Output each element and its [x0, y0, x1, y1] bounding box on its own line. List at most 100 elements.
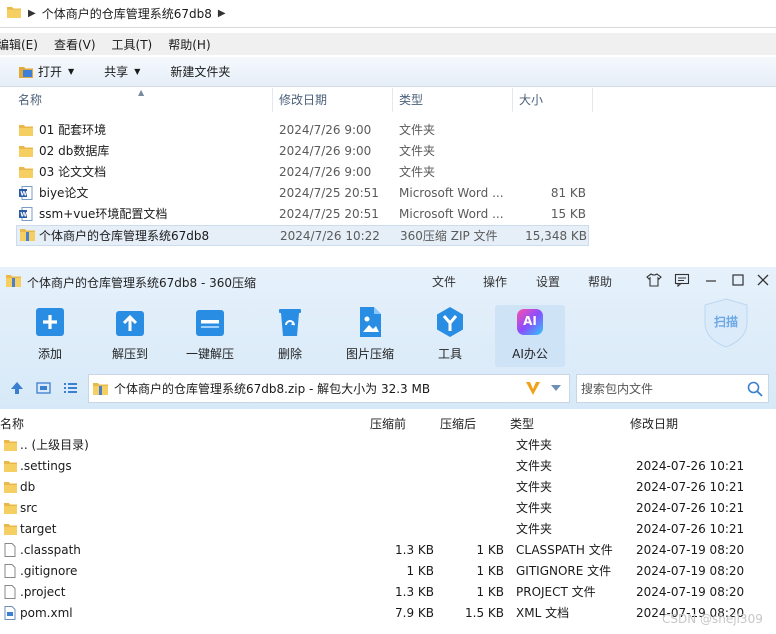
- table-row[interactable]: pom.xml 7.9 KB 1.5 KB XML 文档 2024-07-19 …: [0, 603, 776, 624]
- list-item[interactable]: 03 论文文档 2024/7/26 9:00 文件夹: [0, 162, 776, 183]
- table-row[interactable]: .. (上级目录) 文件夹: [0, 435, 776, 456]
- search-input[interactable]: [577, 375, 737, 402]
- col-name[interactable]: 名称: [0, 415, 24, 432]
- list-view-icon[interactable]: [63, 381, 78, 398]
- row-type: GITIGNORE 文件: [516, 564, 612, 578]
- col-compressed[interactable]: 压缩前: [370, 415, 406, 432]
- row-name: .project: [20, 585, 66, 599]
- delete-button[interactable]: 删除: [255, 305, 325, 367]
- up-arrow-icon[interactable]: [10, 381, 24, 398]
- col-packed[interactable]: 压缩后: [440, 415, 476, 432]
- menu-settings[interactable]: 设置: [536, 273, 560, 290]
- zip-archive-icon: [93, 382, 108, 396]
- new-folder-button[interactable]: 新建文件夹: [170, 63, 230, 80]
- col-type[interactable]: 类型: [393, 88, 513, 112]
- share-label: 共享: [104, 65, 129, 79]
- minimize-icon[interactable]: [704, 273, 718, 291]
- explorer-window: ▶ 个体商户的仓库管理系统67db8 ▶ 编辑(E) 查看(V) 工具(T) 帮…: [0, 0, 776, 260]
- add-button[interactable]: 添加: [15, 305, 85, 367]
- list-item[interactable]: W ssm+vue环境配置文档 2024/7/25 20:51 Microsof…: [0, 204, 776, 225]
- open-label: 打开: [38, 65, 63, 79]
- row-type: 文件夹: [516, 501, 553, 515]
- share-button[interactable]: 共享 ▼: [104, 63, 140, 80]
- table-row[interactable]: .project 1.3 KB 1 KB PROJECT 文件 2024-07-…: [0, 582, 776, 603]
- skin-icon[interactable]: [646, 273, 662, 291]
- breadcrumb[interactable]: 个体商户的仓库管理系统67db8: [42, 5, 212, 22]
- file-name: 01 配套环境: [39, 123, 107, 137]
- image-compress-button[interactable]: 图片压缩: [335, 305, 405, 367]
- extract-to-button[interactable]: 解压到: [95, 305, 165, 367]
- maximize-icon[interactable]: [731, 273, 745, 291]
- col-size[interactable]: 大小: [513, 88, 593, 112]
- list-item[interactable]: 02 db数据库 2024/7/26 9:00 文件夹: [0, 141, 776, 162]
- table-row[interactable]: .classpath 1.3 KB 1 KB CLASSPATH 文件 2024…: [0, 540, 776, 561]
- menu-edit[interactable]: 编辑(E): [0, 36, 46, 53]
- recycle-bin-icon: [273, 305, 307, 339]
- file-type: 文件夹: [399, 123, 436, 137]
- zip-app-icon: [6, 274, 21, 291]
- one-click-extract-button[interactable]: 一键解压: [175, 305, 245, 367]
- menu-operate[interactable]: 操作: [483, 273, 507, 290]
- zip-archive-icon: [20, 228, 35, 249]
- ai-office-button[interactable]: AI AI办公: [495, 305, 565, 367]
- file-type: 360压缩 ZIP 文件: [400, 229, 498, 243]
- menu-file[interactable]: 文件: [432, 273, 456, 290]
- chevron-down-icon: ▼: [68, 67, 75, 76]
- tools-button[interactable]: 工具: [415, 305, 485, 367]
- close-icon[interactable]: [756, 273, 770, 291]
- ai-icon-text: AI: [523, 314, 537, 328]
- list-item[interactable]: W biye论文 2024/7/25 20:51 Microsoft Word …: [0, 183, 776, 204]
- nav-bar: 个体商户的仓库管理系统67db8.zip - 解包大小为 32.3 MB: [0, 371, 776, 407]
- address-bar[interactable]: ▶ 个体商户的仓库管理系统67db8 ▶: [0, 0, 776, 28]
- new-folder-label: 新建文件夹: [170, 65, 231, 79]
- path-field[interactable]: 个体商户的仓库管理系统67db8.zip - 解包大小为 32.3 MB: [88, 374, 570, 403]
- chevron-right-icon[interactable]: ▶: [28, 8, 36, 19]
- v-logo-icon[interactable]: [525, 380, 541, 399]
- col-date[interactable]: 修改日期: [630, 415, 678, 432]
- row-date: 2024-07-26 10:21: [636, 480, 745, 494]
- thumbnail-view-icon[interactable]: [36, 381, 51, 398]
- open-button[interactable]: 打开 ▼: [18, 63, 74, 80]
- chevron-right-icon[interactable]: ▶: [218, 8, 226, 19]
- col-type[interactable]: 类型: [510, 415, 534, 432]
- add-label: 添加: [37, 347, 62, 361]
- ai-office-label: AI办公: [512, 347, 548, 361]
- row-compressed: 1.3 KB: [395, 585, 434, 599]
- add-icon: [33, 305, 67, 339]
- file-name: ssm+vue环境配置文档: [39, 207, 168, 221]
- extract-to-label: 解压到: [111, 347, 148, 361]
- scan-label: 扫描: [713, 315, 738, 329]
- open-icon: [18, 64, 38, 79]
- table-row[interactable]: .settings 文件夹 2024-07-26 10:21: [0, 456, 776, 477]
- menu-help[interactable]: 帮助: [588, 273, 612, 290]
- feedback-icon[interactable]: [674, 273, 690, 291]
- file-date: 2024/7/26 9:00: [279, 144, 372, 158]
- menu-view[interactable]: 查看(V): [54, 36, 104, 53]
- tools-icon: [433, 305, 467, 339]
- menu-help[interactable]: 帮助(H): [168, 36, 218, 53]
- chevron-down-icon[interactable]: [550, 382, 562, 396]
- ai-office-icon: AI: [513, 305, 547, 339]
- col-name[interactable]: 名称: [12, 88, 273, 112]
- file-date: 2024/7/26 10:22: [280, 229, 380, 243]
- file-date: 2024/7/26 9:00: [279, 123, 372, 137]
- file-list: 01 配套环境 2024/7/26 9:00 文件夹 02 db数据库 2024…: [0, 120, 776, 246]
- table-row[interactable]: .gitignore 1 KB 1 KB GITIGNORE 文件 2024-0…: [0, 561, 776, 582]
- table-row[interactable]: db 文件夹 2024-07-26 10:21: [0, 477, 776, 498]
- row-name: src: [20, 501, 38, 515]
- table-row[interactable]: target 文件夹 2024-07-26 10:21: [0, 519, 776, 540]
- search-box: [576, 374, 769, 403]
- scan-button[interactable]: 扫描: [703, 297, 749, 349]
- list-item[interactable]: 01 配套环境 2024/7/26 9:00 文件夹: [0, 120, 776, 141]
- menu-tools[interactable]: 工具(T): [112, 36, 161, 53]
- file-size: 15,348 KB: [525, 229, 587, 243]
- search-icon[interactable]: [747, 381, 763, 400]
- file-type: Microsoft Word ...: [399, 207, 504, 221]
- row-date: 2024-07-26 10:21: [636, 501, 745, 515]
- list-item-selected[interactable]: 个体商户的仓库管理系统67db8 2024/7/26 10:22 360压缩 Z…: [16, 225, 589, 246]
- col-date[interactable]: 修改日期: [273, 88, 393, 112]
- folder-icon: [6, 5, 22, 22]
- row-type: PROJECT 文件: [516, 585, 596, 599]
- table-row[interactable]: src 文件夹 2024-07-26 10:21: [0, 498, 776, 519]
- row-compressed: 1.3 KB: [395, 543, 434, 557]
